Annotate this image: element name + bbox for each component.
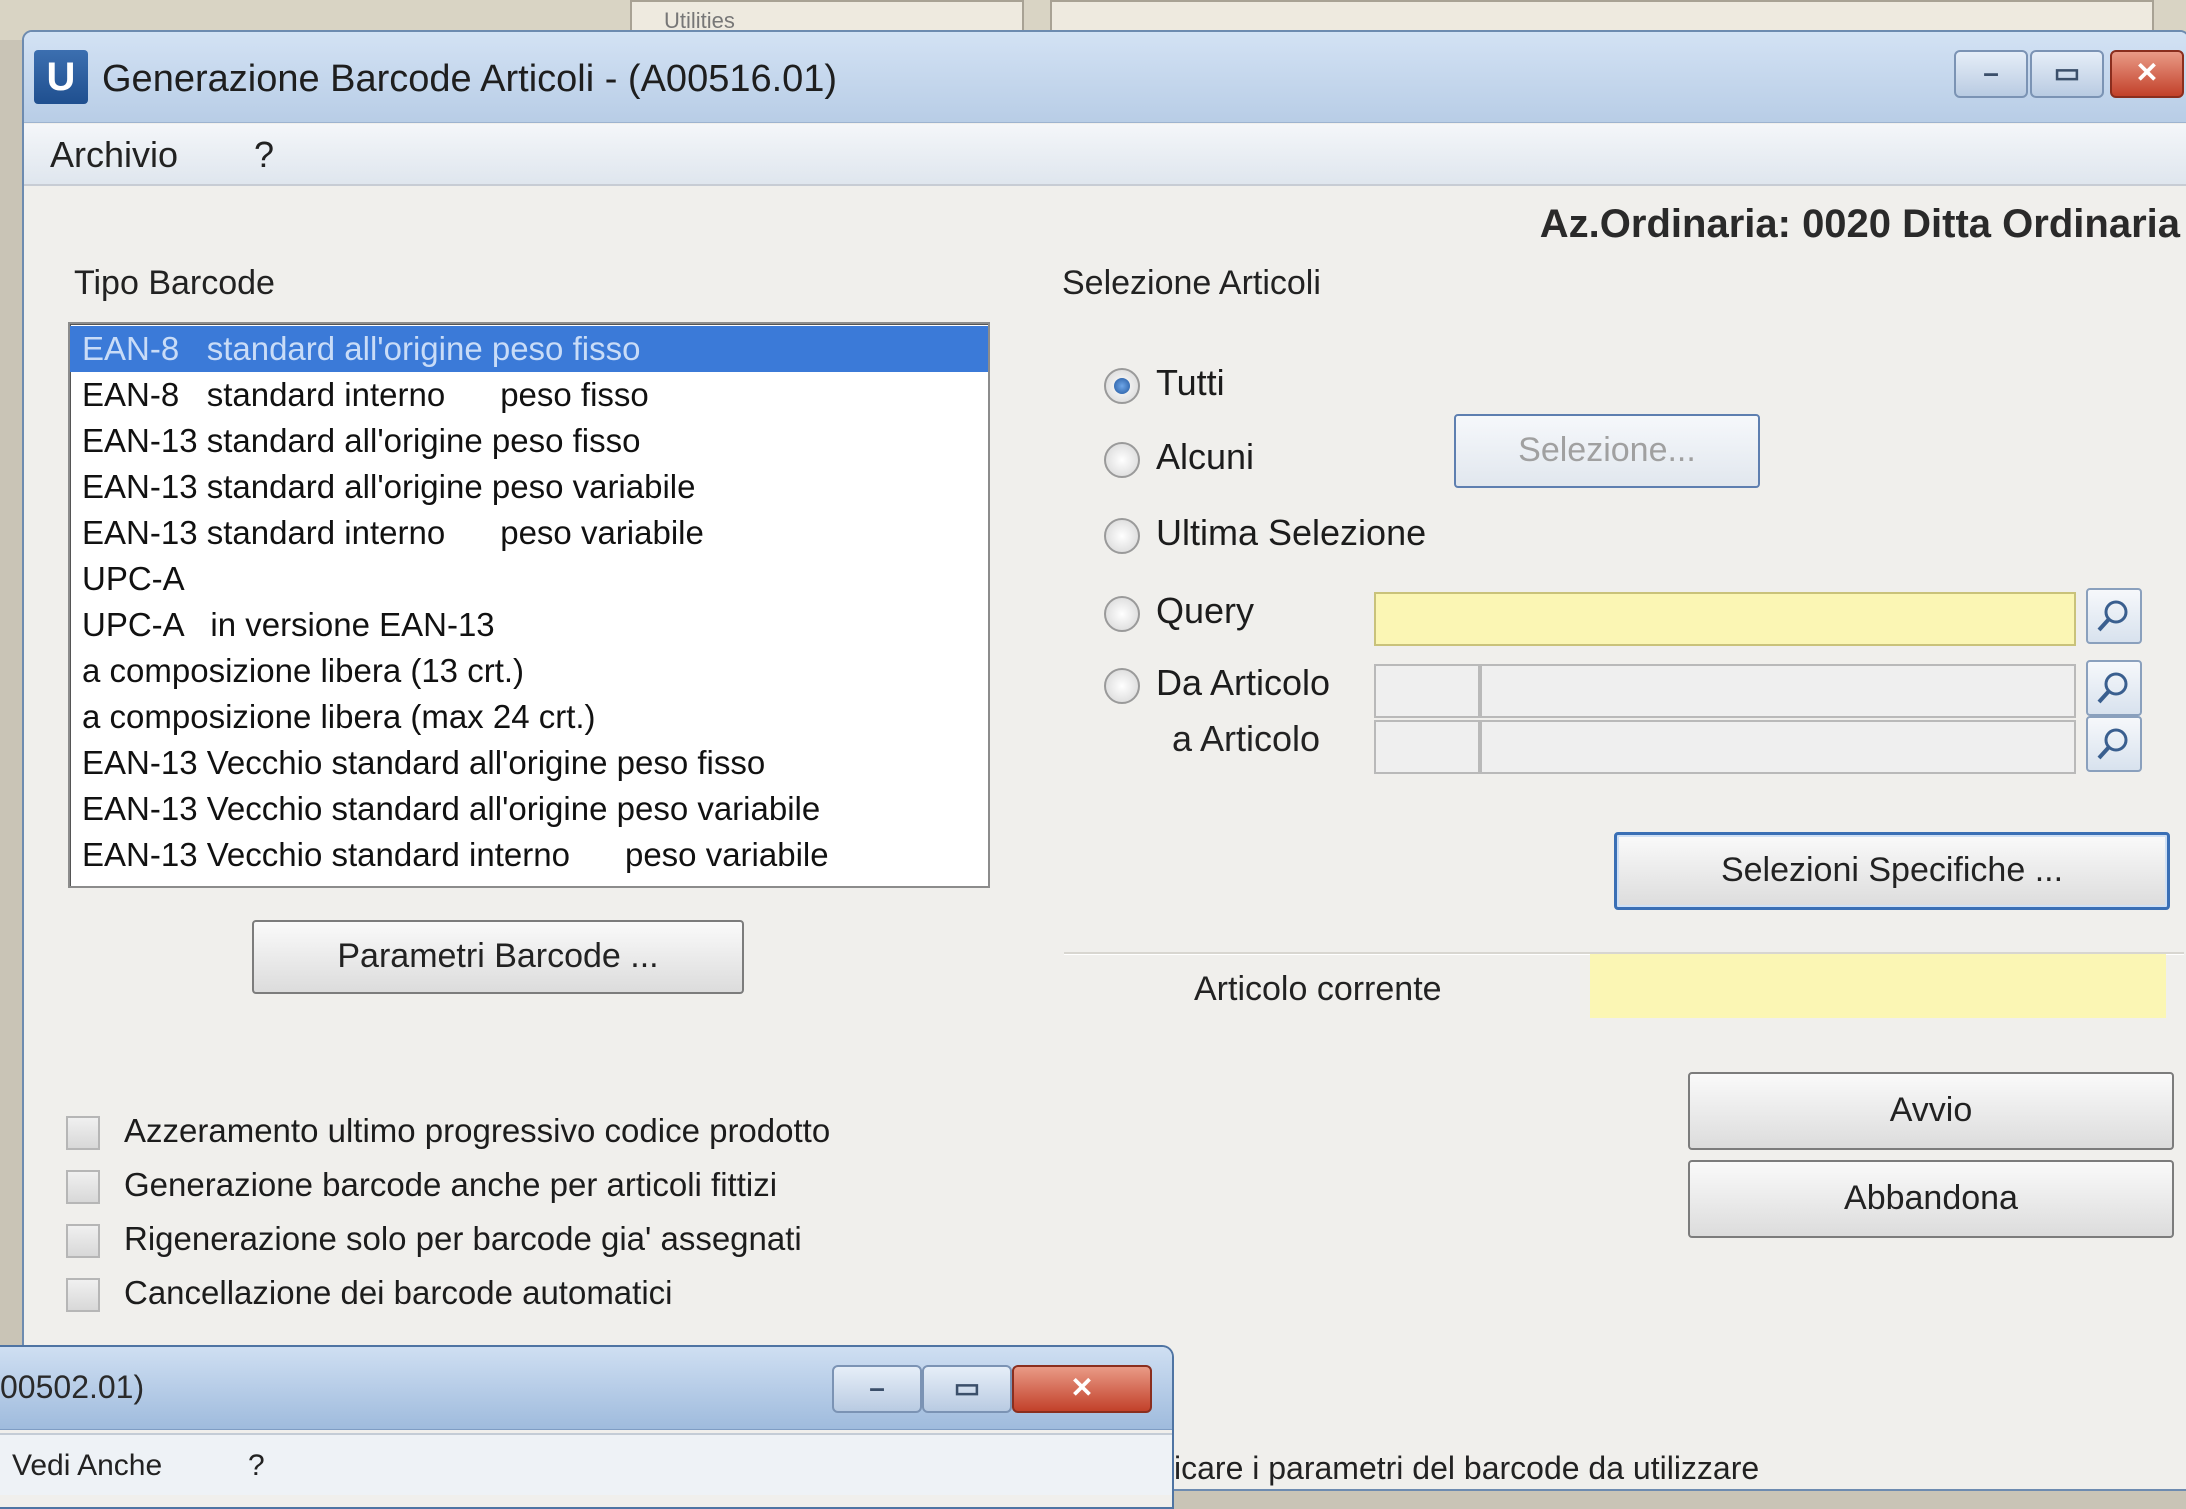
radio-button[interactable] — [1104, 596, 1140, 632]
magnifier-icon — [2097, 672, 2128, 704]
checkbox[interactable] — [66, 1224, 100, 1258]
a-articolo-label: a Articolo — [1172, 718, 1321, 759]
list-item[interactable]: a composizione libera (13 crt.) — [70, 648, 988, 694]
secondary-minimize-button[interactable]: – — [832, 1365, 922, 1413]
da-articolo-desc-field[interactable] — [1480, 664, 2076, 718]
minimize-button[interactable]: – — [1954, 50, 2028, 98]
status-bar-text: icare i parametri del barcode da utilizz… — [1174, 1450, 1760, 1486]
secondary-maximize-button[interactable]: ▭ — [922, 1365, 1012, 1413]
window-title: Generazione Barcode Articoli - (A00516.0… — [102, 58, 838, 100]
selezione-button[interactable]: Selezione... — [1454, 414, 1760, 488]
background-tab: Utilities — [630, 0, 1024, 34]
list-item[interactable]: EAN-13 Vecchio standard all'origine peso… — [70, 786, 988, 832]
a-articolo-desc-field[interactable] — [1480, 720, 2076, 774]
checkbox[interactable] — [66, 1278, 100, 1312]
secondary-window-title: 00502.01) — [0, 1369, 145, 1405]
query-lookup-button[interactable] — [2086, 588, 2142, 644]
radio-button[interactable] — [1104, 368, 1140, 404]
list-item[interactable]: EAN-13 Vecchio standard interno peso var… — [70, 832, 988, 878]
menu-help[interactable]: ? — [248, 1449, 265, 1483]
magnifier-icon — [2097, 600, 2128, 632]
articolo-corrente-field — [1590, 954, 2166, 1018]
radio-label: Tutti — [1156, 362, 1225, 403]
menu-bar: Archivio ? — [24, 124, 2186, 186]
radio-button[interactable] — [1104, 668, 1140, 704]
selezioni-specifiche-button[interactable]: Selezioni Specifiche ... — [1614, 832, 2170, 910]
checkbox[interactable] — [66, 1170, 100, 1204]
da-articolo-lookup-button[interactable] — [2086, 660, 2142, 716]
a-articolo-code-field[interactable] — [1374, 720, 1480, 774]
option-label: Rigenerazione solo per barcode gia' asse… — [124, 1220, 802, 1257]
secondary-window: 00502.01) – ▭ ✕ Vedi Anche ? — [0, 1345, 1174, 1509]
menu-archivio[interactable]: Archivio — [50, 134, 178, 176]
main-window: U Generazione Barcode Articoli - (A00516… — [22, 30, 2186, 1491]
barcode-type-list[interactable]: EAN-8 standard all'origine peso fisso EA… — [68, 322, 990, 888]
list-item[interactable]: EAN-13 standard all'origine peso fisso — [70, 418, 988, 464]
radio-button[interactable] — [1104, 442, 1140, 478]
da-articolo-code-field[interactable] — [1374, 664, 1480, 718]
list-item[interactable]: EAN-8 standard all'origine peso fisso — [70, 326, 988, 372]
radio-label: Da Articolo — [1156, 662, 1331, 703]
option-label: Azzeramento ultimo progressivo codice pr… — [124, 1112, 831, 1149]
magnifier-icon — [2097, 728, 2128, 760]
radio-label: Alcuni — [1156, 436, 1255, 477]
background-panel — [1050, 0, 2154, 34]
title-bar: U Generazione Barcode Articoli - (A00516… — [24, 32, 2186, 123]
secondary-title-bar: 00502.01) – ▭ ✕ — [0, 1347, 1172, 1430]
radio-label: Ultima Selezione — [1156, 512, 1427, 553]
secondary-menu-bar: Vedi Anche ? — [0, 1433, 1172, 1495]
list-item[interactable]: UPC-A — [70, 556, 988, 602]
radio-button[interactable] — [1104, 518, 1140, 554]
query-input[interactable] — [1374, 592, 2076, 646]
selezione-articoli-label: Selezione Articoli — [1062, 264, 1321, 302]
list-item[interactable]: EAN-8 standard interno peso fisso — [70, 372, 988, 418]
menu-vedi-anche[interactable]: Vedi Anche — [12, 1449, 162, 1483]
option-label: Cancellazione dei barcode automatici — [124, 1274, 673, 1311]
list-item[interactable]: EAN-13 standard all'origine peso variabi… — [70, 464, 988, 510]
avvio-button[interactable]: Avvio — [1688, 1072, 2174, 1150]
list-item[interactable]: UPC-A in versione EAN-13 — [70, 602, 988, 648]
checkbox[interactable] — [66, 1116, 100, 1150]
a-articolo-lookup-button[interactable] — [2086, 716, 2142, 772]
articolo-corrente-label: Articolo corrente — [1194, 970, 1442, 1008]
tipo-barcode-label: Tipo Barcode — [74, 264, 275, 302]
maximize-button[interactable]: ▭ — [2030, 50, 2104, 98]
radio-label: Query — [1156, 590, 1255, 631]
list-item[interactable]: EAN-13 Vecchio standard all'origine peso… — [70, 740, 988, 786]
abbandona-button[interactable]: Abbandona — [1688, 1160, 2174, 1238]
company-label: Az.Ordinaria: 0020 Ditta Ordinaria — [1539, 202, 2180, 246]
parametri-barcode-button[interactable]: Parametri Barcode ... — [252, 920, 744, 994]
list-item[interactable]: EAN-13 standard interno peso variabile — [70, 510, 988, 556]
option-label: Generazione barcode anche per articoli f… — [124, 1166, 778, 1203]
secondary-close-button[interactable]: ✕ — [1012, 1365, 1152, 1413]
app-icon: U — [34, 50, 88, 104]
close-button[interactable]: ✕ — [2110, 50, 2184, 98]
list-item[interactable]: a composizione libera (max 24 crt.) — [70, 694, 988, 740]
menu-help[interactable]: ? — [254, 134, 274, 176]
